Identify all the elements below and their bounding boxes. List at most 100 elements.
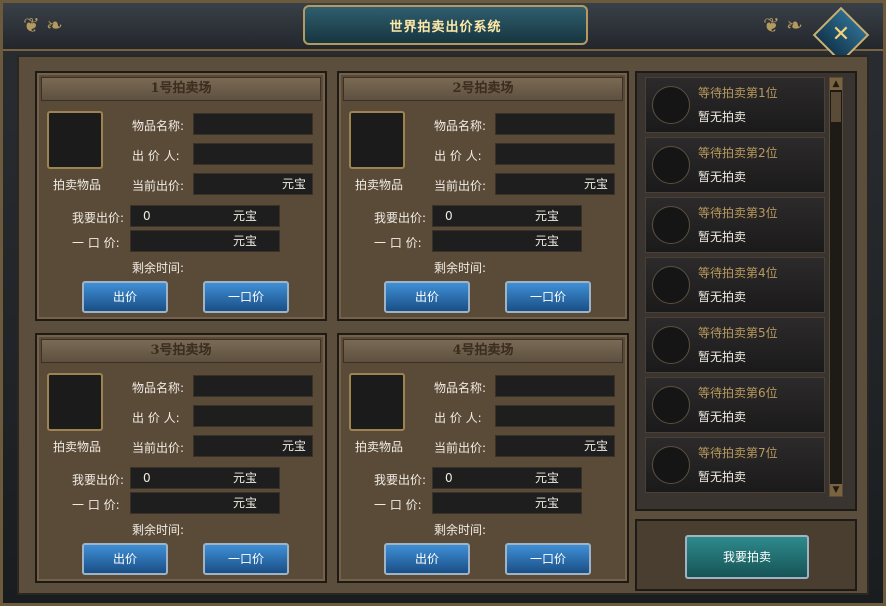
current-bid-field: 元宝	[495, 173, 615, 195]
currency-label: 元宝	[232, 234, 257, 248]
sell-button[interactable]: 我要拍卖	[685, 535, 809, 579]
auction-body: 1号拍卖场 拍卖物品 物品名称: 出 价 人: 当前出价: 元宝 我要出价: 0…	[17, 55, 869, 595]
buyout-label: 一 口 价:	[72, 236, 120, 250]
item-slot[interactable]	[349, 111, 405, 169]
my-bid-value: 0	[445, 209, 453, 223]
queue-scrollbar[interactable]: ▲ ▼	[829, 77, 843, 497]
auction-panel-3: 3号拍卖场 拍卖物品 物品名称: 出 价 人: 当前出价: 元宝 我要出价: 0…	[35, 333, 327, 583]
buyout-button[interactable]: 一口价	[505, 543, 591, 575]
scroll-down-icon[interactable]: ▼	[830, 484, 842, 496]
bidder-label: 出 价 人:	[132, 411, 180, 425]
sell-box: 我要拍卖	[635, 519, 857, 591]
buyout-button[interactable]: 一口价	[203, 281, 289, 313]
current-bid-field: 元宝	[495, 435, 615, 457]
auction-queue: 等待拍卖第1位 暂无拍卖 等待拍卖第2位 暂无拍卖 等待拍卖第3位 暂无拍卖 等…	[635, 71, 857, 511]
buyout-button[interactable]: 一口价	[203, 543, 289, 575]
queue-item[interactable]: 等待拍卖第6位 暂无拍卖	[645, 377, 825, 433]
auction-window: ❦ ❧ ❦ ❧ 世界拍卖出价系统 ✕ 1号拍卖场 拍卖物品 物品名称: 出 价 …	[0, 0, 886, 606]
item-name-label: 物品名称:	[132, 119, 185, 133]
queue-item-status: 暂无拍卖	[698, 410, 747, 424]
queue-item-title: 等待拍卖第2位	[698, 146, 778, 160]
queue-item[interactable]: 等待拍卖第7位 暂无拍卖	[645, 437, 825, 493]
currency-label: 元宝	[534, 209, 559, 223]
queue-item-title: 等待拍卖第3位	[698, 206, 778, 220]
queue-item-status: 暂无拍卖	[698, 110, 747, 124]
item-icon	[652, 86, 690, 124]
panel-title: 1号拍卖场	[41, 77, 321, 101]
currency-label: 元宝	[534, 471, 559, 485]
buyout-field: 元宝	[432, 492, 582, 514]
queue-item-status: 暂无拍卖	[698, 170, 747, 184]
bid-button[interactable]: 出价	[384, 281, 470, 313]
bid-button[interactable]: 出价	[82, 543, 168, 575]
queue-item-status: 暂无拍卖	[698, 350, 747, 364]
current-bid-label: 当前出价:	[434, 441, 487, 455]
item-name-label: 物品名称:	[434, 119, 487, 133]
currency-label: 元宝	[583, 177, 608, 191]
currency-label: 元宝	[534, 496, 559, 510]
my-bid-label: 我要出价:	[72, 211, 125, 225]
queue-item[interactable]: 等待拍卖第4位 暂无拍卖	[645, 257, 825, 313]
queue-item[interactable]: 等待拍卖第5位 暂无拍卖	[645, 317, 825, 373]
slot-label: 拍卖物品	[52, 178, 101, 192]
current-bid-label: 当前出价:	[132, 441, 185, 455]
my-bid-input[interactable]: 0 元宝	[130, 205, 280, 227]
panel-title: 4号拍卖场	[343, 339, 623, 363]
queue-item-status: 暂无拍卖	[698, 290, 747, 304]
scroll-thumb[interactable]	[831, 92, 841, 122]
buyout-field: 元宝	[130, 230, 280, 252]
bidder-field	[193, 405, 313, 427]
currency-label: 元宝	[281, 177, 306, 191]
queue-item-title: 等待拍卖第4位	[698, 266, 778, 280]
queue-item-status: 暂无拍卖	[698, 470, 747, 484]
close-icon: ✕	[831, 22, 851, 47]
item-icon	[652, 446, 690, 484]
currency-label: 元宝	[583, 439, 608, 453]
item-name-field	[495, 113, 615, 135]
item-icon	[652, 146, 690, 184]
current-bid-field: 元宝	[193, 435, 313, 457]
bidder-field	[495, 405, 615, 427]
buyout-field: 元宝	[432, 230, 582, 252]
scroll-up-icon[interactable]: ▲	[830, 78, 842, 90]
my-bid-input[interactable]: 0 元宝	[432, 205, 582, 227]
bid-button[interactable]: 出价	[82, 281, 168, 313]
left-ornament-icon: ❦ ❧	[23, 13, 63, 37]
item-icon	[652, 386, 690, 424]
bidder-field	[495, 143, 615, 165]
title-bar: ❦ ❧ ❦ ❧ 世界拍卖出价系统	[3, 3, 883, 51]
buyout-button[interactable]: 一口价	[505, 281, 591, 313]
item-slot[interactable]	[47, 373, 103, 431]
my-bid-value: 0	[143, 471, 151, 485]
auction-panel-4: 4号拍卖场 拍卖物品 物品名称: 出 价 人: 当前出价: 元宝 我要出价: 0…	[337, 333, 629, 583]
item-name-label: 物品名称:	[132, 381, 185, 395]
slot-label: 拍卖物品	[52, 440, 101, 454]
queue-item[interactable]: 等待拍卖第1位 暂无拍卖	[645, 77, 825, 133]
item-slot[interactable]	[349, 373, 405, 431]
queue-item[interactable]: 等待拍卖第3位 暂无拍卖	[645, 197, 825, 253]
right-ornament-icon: ❦ ❧	[763, 13, 803, 37]
panel-title: 3号拍卖场	[41, 339, 321, 363]
item-icon	[652, 326, 690, 364]
my-bid-input[interactable]: 0 元宝	[432, 467, 582, 489]
auction-panel-2: 2号拍卖场 拍卖物品 物品名称: 出 价 人: 当前出价: 元宝 我要出价: 0…	[337, 71, 629, 321]
item-icon	[652, 206, 690, 244]
bidder-label: 出 价 人:	[132, 149, 180, 163]
my-bid-label: 我要出价:	[72, 473, 125, 487]
item-slot[interactable]	[47, 111, 103, 169]
queue-item[interactable]: 等待拍卖第2位 暂无拍卖	[645, 137, 825, 193]
currency-label: 元宝	[232, 209, 257, 223]
remaining-time-label: 剩余时间:	[132, 261, 185, 275]
queue-item-title: 等待拍卖第6位	[698, 386, 778, 400]
bidder-label: 出 价 人:	[434, 149, 482, 163]
bid-button[interactable]: 出价	[384, 543, 470, 575]
my-bid-value: 0	[445, 471, 453, 485]
my-bid-input[interactable]: 0 元宝	[130, 467, 280, 489]
queue-item-title: 等待拍卖第7位	[698, 446, 778, 460]
current-bid-label: 当前出价:	[132, 179, 185, 193]
remaining-time-label: 剩余时间:	[434, 523, 487, 537]
remaining-time-label: 剩余时间:	[132, 523, 185, 537]
slot-label: 拍卖物品	[354, 440, 403, 454]
bidder-field	[193, 143, 313, 165]
item-name-field	[193, 375, 313, 397]
